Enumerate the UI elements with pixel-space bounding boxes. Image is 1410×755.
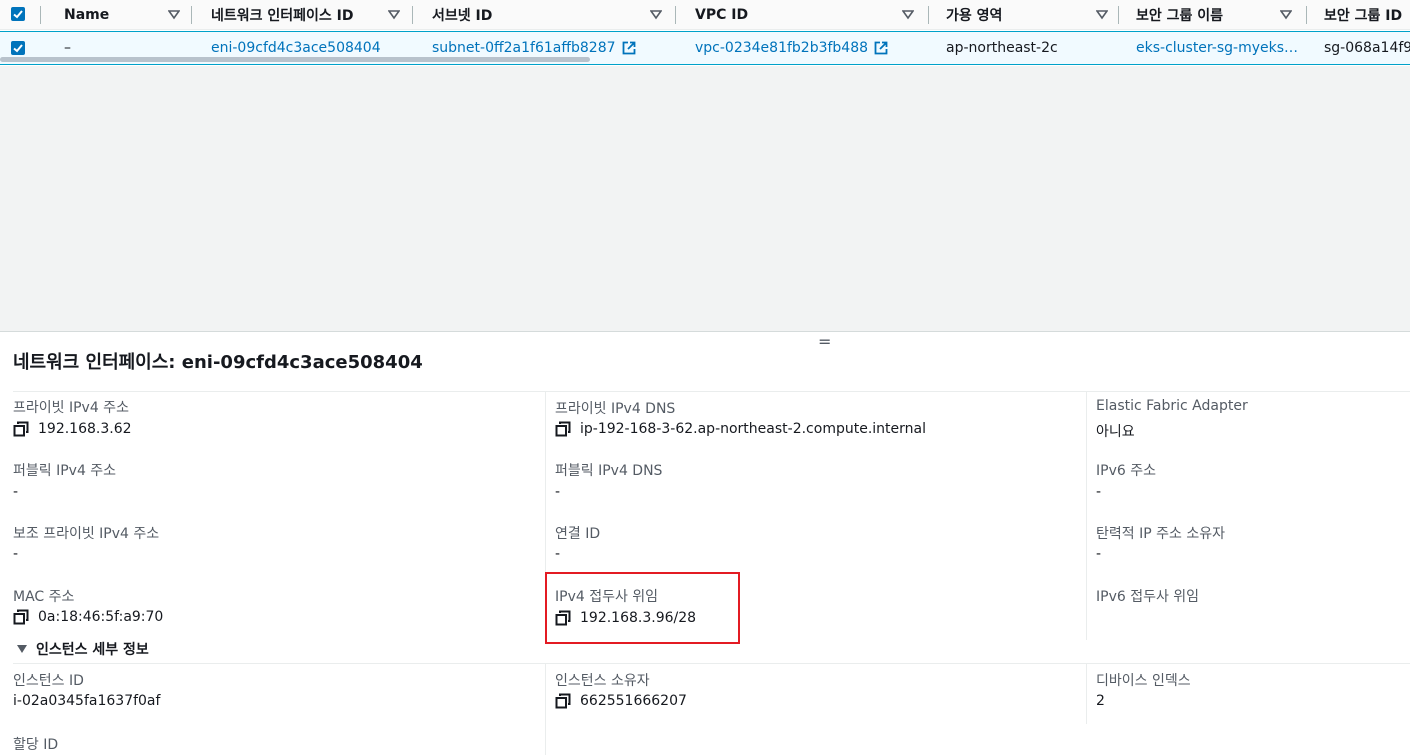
- attachment-id-label: 할당 ID: [13, 737, 59, 753]
- panel-title: 네트워크 인터페이스: eni-09cfd4c3ace508404: [13, 352, 423, 373]
- secondary-ipv4-value: -: [13, 546, 19, 562]
- column-separator[interactable]: [191, 6, 192, 24]
- copy-icon[interactable]: [555, 421, 571, 437]
- section-divider: [13, 663, 1410, 664]
- private-dns-value: ip-192-168-3-62.ap-northeast-2.compute.i…: [555, 421, 926, 437]
- column-header-az[interactable]: 가용 영역: [946, 0, 1002, 30]
- column-label: VPC ID: [695, 7, 749, 23]
- instance-owner-label: 인스턴스 소유자: [555, 673, 650, 689]
- instance-id-link[interactable]: i-02a0345fa1637f0af: [13, 693, 160, 709]
- table-header: Name 네트워크 인터페이스 ID 서브넷 ID VPC ID 가용 영역 보…: [0, 0, 1410, 30]
- cell-sg-id: sg-068a14f9: [1324, 40, 1410, 56]
- copy-icon[interactable]: [13, 421, 29, 437]
- panel-divider: [13, 391, 1410, 392]
- caret-down-icon: [17, 645, 27, 653]
- efa-value: 아니요: [1096, 424, 1135, 440]
- cell-vpc-id[interactable]: vpc-0234e81fb2b3fb488: [695, 32, 888, 64]
- mac-text: 0a:18:46:5f:a9:70: [38, 609, 164, 625]
- ipv6-label: IPv6 주소: [1096, 463, 1156, 479]
- efa-label: Elastic Fabric Adapter: [1096, 398, 1248, 414]
- sort-caret-icon[interactable]: [1280, 9, 1292, 21]
- table-empty-area: [0, 66, 1410, 331]
- public-dns-value: -: [555, 484, 561, 500]
- sort-caret-icon[interactable]: [168, 9, 180, 21]
- cell-sg-name-link[interactable]: eks-cluster-sg-myeks…: [1136, 32, 1298, 64]
- instance-owner-value: 662551666207: [555, 693, 687, 709]
- split-divider[interactable]: [0, 331, 1410, 332]
- highlight-box: [545, 572, 740, 644]
- mac-value: 0a:18:46:5f:a9:70: [13, 609, 163, 625]
- column-label: 서브넷 ID: [432, 8, 493, 24]
- sort-caret-icon[interactable]: [1096, 9, 1108, 21]
- sort-caret-icon[interactable]: [388, 9, 400, 21]
- subnet-id-link[interactable]: subnet-0ff2a1f61affb8287: [432, 40, 616, 56]
- public-ipv4-value: -: [13, 484, 19, 500]
- cell-az: ap-northeast-2c: [946, 40, 1058, 56]
- device-index-value: 2: [1096, 693, 1105, 709]
- column-divider: [545, 664, 546, 755]
- eip-owner-label: 탄력적 IP 주소 소유자: [1096, 526, 1225, 542]
- column-label: 네트워크 인터페이스 ID: [211, 8, 354, 24]
- column-label: 가용 영역: [946, 8, 1003, 24]
- ipv6-prefix-label: IPv6 접두사 위임: [1096, 589, 1200, 605]
- horizontal-scrollbar[interactable]: [0, 57, 590, 62]
- device-index-label: 디바이스 인덱스: [1096, 673, 1191, 689]
- column-separator[interactable]: [1306, 6, 1307, 24]
- column-label: Name: [64, 7, 110, 23]
- column-separator[interactable]: [928, 6, 929, 24]
- column-header-eni-id[interactable]: 네트워크 인터페이스 ID: [211, 0, 354, 30]
- column-header-subnet-id[interactable]: 서브넷 ID: [432, 0, 492, 30]
- secondary-ipv4-label: 보조 프라이빗 IPv4 주소: [13, 526, 160, 542]
- public-dns-label: 퍼블릭 IPv4 DNS: [555, 463, 663, 479]
- instance-details-title: 인스턴스 세부 정보: [36, 642, 149, 658]
- instance-owner-text: 662551666207: [580, 693, 687, 709]
- private-ipv4-text: 192.168.3.62: [38, 421, 132, 437]
- private-dns-label: 프라이빗 IPv4 DNS: [555, 401, 676, 417]
- association-value: -: [555, 546, 561, 562]
- external-link-icon[interactable]: [874, 41, 888, 55]
- instance-id-label: 인스턴스 ID: [13, 673, 84, 689]
- drag-handle-icon[interactable]: =: [818, 334, 831, 350]
- row-checkbox[interactable]: [11, 41, 25, 55]
- select-all-checkbox[interactable]: [11, 7, 25, 21]
- private-ipv4-label: 프라이빗 IPv4 주소: [13, 400, 129, 416]
- column-header-vpc-id[interactable]: VPC ID: [695, 0, 748, 30]
- private-ipv4-value: 192.168.3.62: [13, 421, 132, 437]
- copy-icon[interactable]: [13, 609, 29, 625]
- private-dns-text: ip-192-168-3-62.ap-northeast-2.compute.i…: [580, 421, 926, 437]
- mac-label: MAC 주소: [13, 589, 75, 605]
- column-separator[interactable]: [412, 6, 413, 24]
- vpc-id-link[interactable]: vpc-0234e81fb2b3fb488: [695, 40, 868, 56]
- column-label: 보안 그룹 ID: [1324, 8, 1403, 24]
- column-header-sg-id[interactable]: 보안 그룹 ID: [1324, 0, 1402, 30]
- column-label: 보안 그룹 이름: [1136, 8, 1224, 24]
- sort-caret-icon[interactable]: [902, 9, 914, 21]
- instance-details-toggle[interactable]: 인스턴스 세부 정보: [17, 639, 149, 659]
- column-divider: [1086, 664, 1087, 724]
- copy-icon[interactable]: [555, 693, 571, 709]
- column-divider: [1086, 392, 1087, 640]
- sort-caret-icon[interactable]: [650, 9, 662, 21]
- column-separator[interactable]: [1118, 6, 1119, 24]
- public-ipv4-label: 퍼블릭 IPv4 주소: [13, 463, 117, 479]
- column-separator[interactable]: [675, 6, 676, 24]
- external-link-icon[interactable]: [622, 41, 636, 55]
- column-header-name[interactable]: Name: [64, 0, 109, 30]
- association-label: 연결 ID: [555, 526, 601, 542]
- eip-owner-value: -: [1096, 546, 1102, 562]
- column-header-sg-name[interactable]: 보안 그룹 이름: [1136, 0, 1223, 30]
- ipv6-value: -: [1096, 484, 1102, 500]
